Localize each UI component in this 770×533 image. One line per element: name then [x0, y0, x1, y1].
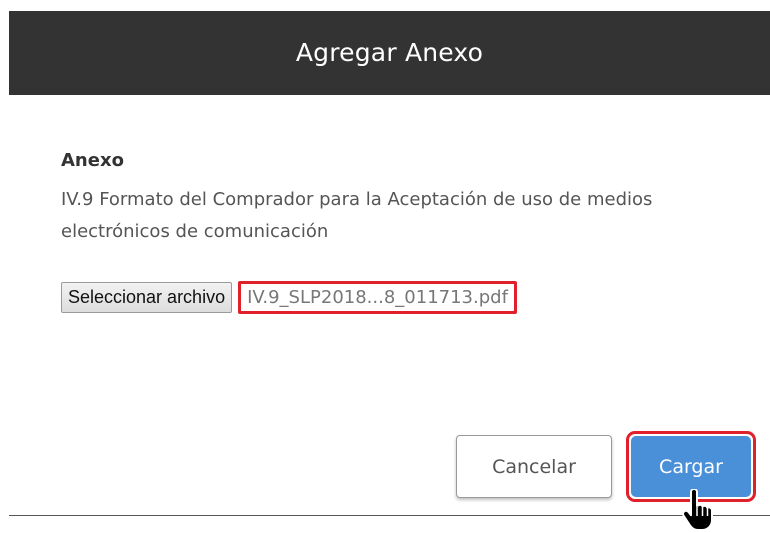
- annex-description: IV.9 Formato del Comprador para la Acept…: [61, 189, 653, 242]
- add-annex-dialog: Agregar Anexo Anexo IV.9 Formato del Com…: [0, 0, 770, 533]
- dialog-header: Agregar Anexo: [9, 11, 770, 95]
- annex-label: Anexo: [61, 150, 124, 171]
- cancel-button[interactable]: Cancelar: [456, 435, 612, 498]
- upload-button[interactable]: Cargar: [631, 436, 751, 497]
- dialog-title: Agregar Anexo: [295, 37, 484, 67]
- footer-divider: [9, 515, 770, 516]
- hand-pointer-icon: [682, 489, 713, 531]
- file-input[interactable]: Seleccionar archivo IV.9_SLP2018...8_011…: [61, 279, 517, 315]
- selected-file-name: IV.9_SLP2018...8_011713.pdf: [238, 280, 517, 314]
- select-file-button[interactable]: Seleccionar archivo: [61, 281, 233, 313]
